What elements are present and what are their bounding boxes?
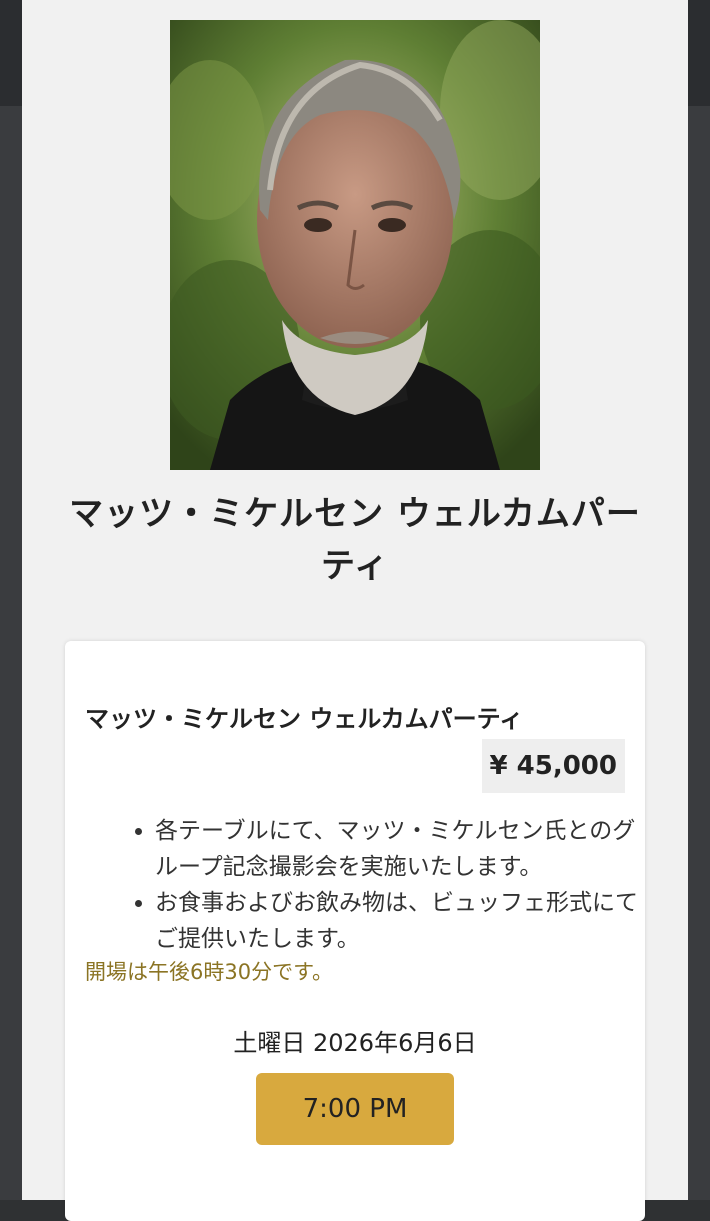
event-title-line1: マッツ・ミケルセン ウェルカムパー bbox=[69, 494, 641, 534]
event-photo bbox=[170, 20, 540, 470]
ticket-features-list: 各テーブルにて、マッツ・ミケルセン氏とのグループ記念撮影会を実施いたします。 お… bbox=[121, 813, 641, 957]
event-title: マッツ・ミケルセン ウェルカムパー ティ bbox=[40, 488, 670, 592]
ticket-price: ¥ 45,000 bbox=[481, 739, 625, 793]
event-title-line2: ティ bbox=[321, 546, 389, 586]
doors-open-note: 開場は午後6時30分です。 bbox=[85, 960, 333, 984]
time-slot-button[interactable]: 7:00 PM bbox=[256, 1073, 454, 1145]
event-date: 土曜日 2026年6月6日 bbox=[233, 1029, 477, 1057]
ticket-name: マッツ・ミケルセン ウェルカムパーティ bbox=[85, 705, 524, 733]
feature-item: お食事およびお飲み物は、ビュッフェ形式にてご提供いたします。 bbox=[155, 885, 641, 957]
ticket-card: マッツ・ミケルセン ウェルカムパーティ ¥ 45,000 各テーブルにて、マッツ… bbox=[65, 641, 645, 1221]
feature-item: 各テーブルにて、マッツ・ミケルセン氏とのグループ記念撮影会を実施いたします。 bbox=[155, 813, 641, 885]
